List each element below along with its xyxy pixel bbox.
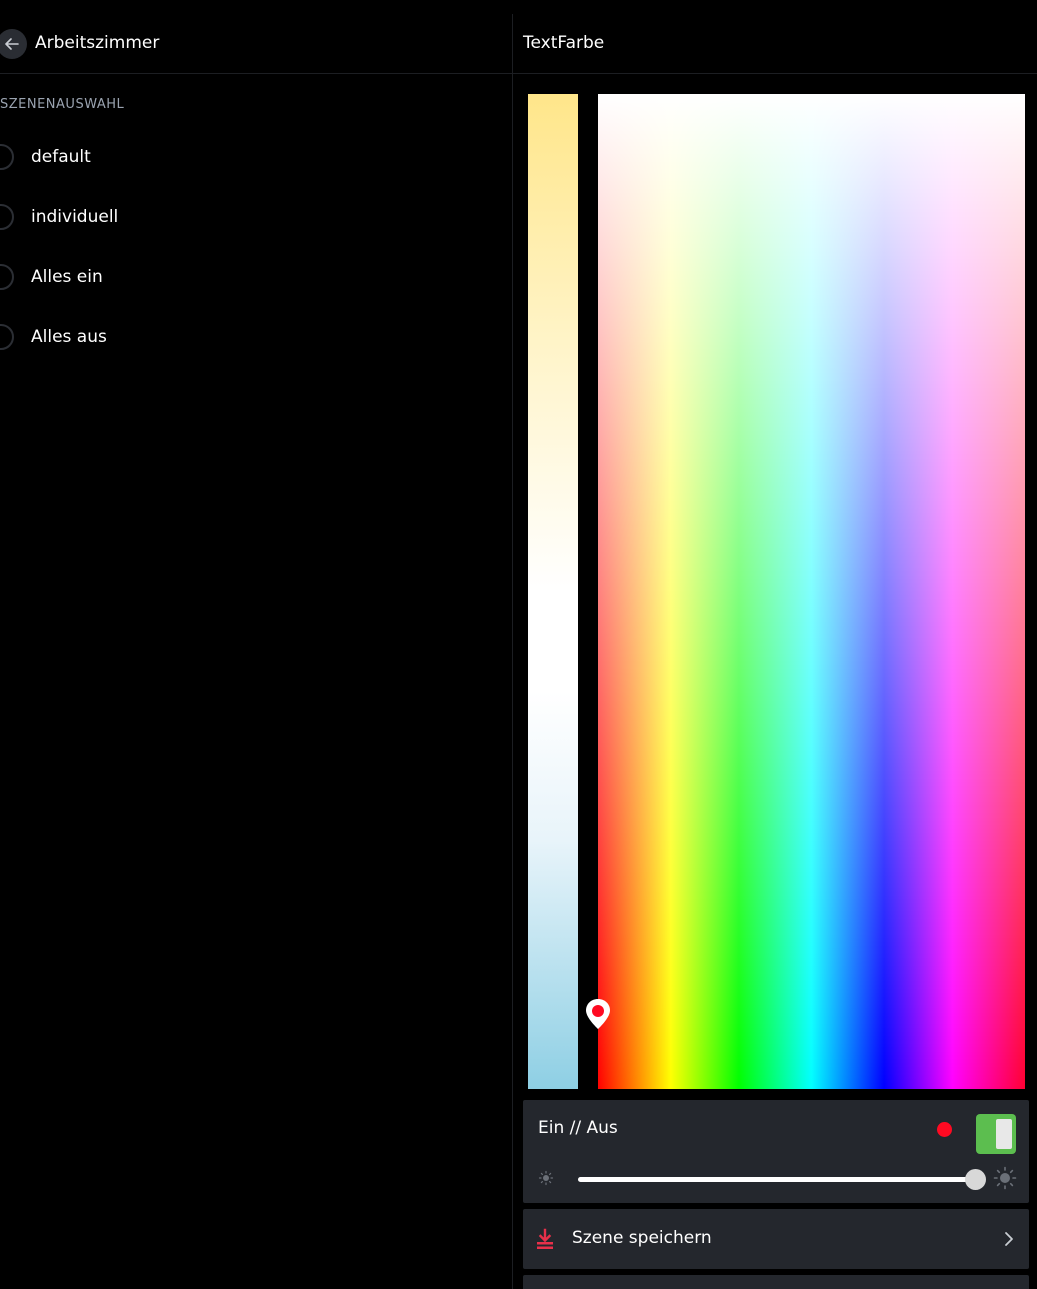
color-temperature-bar[interactable] (528, 94, 578, 1089)
section-label: SZENENAUSWAHL (0, 97, 125, 112)
radio-button[interactable] (0, 324, 14, 350)
scene-item-default[interactable]: default (0, 127, 512, 187)
scene-label: default (31, 147, 91, 167)
brightness-slider[interactable] (578, 1169, 986, 1190)
scene-label: individuell (31, 207, 119, 227)
arrow-left-icon (5, 38, 19, 50)
slider-fill (578, 1177, 975, 1182)
download-icon (537, 1228, 553, 1249)
power-control-card: Ein // Aus (523, 1100, 1029, 1203)
status-indicator (937, 1122, 952, 1137)
radio-button[interactable] (0, 264, 14, 290)
scene-panel: Arbeitszimmer SZENENAUSWAHL default indi… (0, 0, 512, 1289)
right-header: TextFarbe (513, 14, 1037, 74)
radio-button[interactable] (0, 204, 14, 230)
panel-title: TextFarbe (523, 33, 605, 53)
color-picker-area[interactable] (598, 94, 1025, 1089)
next-card[interactable] (523, 1275, 1029, 1289)
scene-item-alles-ein[interactable]: Alles ein (0, 247, 512, 307)
app: Arbeitszimmer SZENENAUSWAHL default indi… (0, 0, 1037, 1289)
scene-label: Alles aus (31, 327, 107, 347)
room-title: Arbeitszimmer (35, 33, 160, 53)
chevron-right-icon (1005, 1232, 1013, 1246)
sun-large-icon (993, 1166, 1017, 1190)
onoff-label: Ein // Aus (538, 1118, 618, 1138)
save-scene-button[interactable]: Szene speichern (523, 1209, 1029, 1269)
toggle-knob (996, 1119, 1012, 1149)
radio-button[interactable] (0, 144, 14, 170)
map-pin-icon[interactable] (585, 998, 611, 1030)
scene-item-individuell[interactable]: individuell (0, 187, 512, 247)
color-panel: TextFarbe Ein // Aus Szene speichern (513, 0, 1037, 1289)
scene-item-alles-aus[interactable]: Alles aus (0, 307, 512, 367)
sun-small-icon (538, 1170, 554, 1186)
left-header: Arbeitszimmer (0, 14, 512, 74)
saturation-gradient (598, 94, 1025, 1089)
power-toggle[interactable] (976, 1114, 1016, 1154)
back-button[interactable] (0, 29, 27, 59)
slider-thumb[interactable] (965, 1169, 986, 1190)
scene-label: Alles ein (31, 267, 103, 287)
save-scene-label: Szene speichern (572, 1228, 712, 1248)
